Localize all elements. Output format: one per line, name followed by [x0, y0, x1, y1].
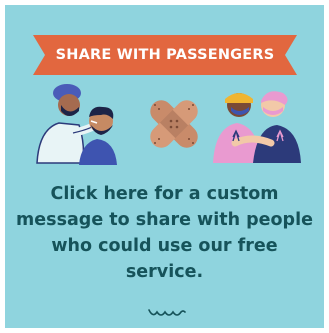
share-with-passengers-card[interactable]: SHARE WITH PASSENGERS Click here for a c…	[5, 5, 324, 328]
banner: SHARE WITH PASSENGERS	[33, 35, 297, 75]
two-people-hugging-icon	[213, 91, 301, 163]
squiggle-decoration-icon	[148, 309, 186, 316]
healthcare-worker-testing-patient-icon	[36, 84, 117, 165]
illustrations	[33, 83, 303, 165]
custom-message-link-text[interactable]: Click here for a custom message to share…	[15, 181, 314, 285]
banner-title: SHARE WITH PASSENGERS	[55, 47, 275, 63]
crossed-bandages-icon	[150, 100, 198, 148]
